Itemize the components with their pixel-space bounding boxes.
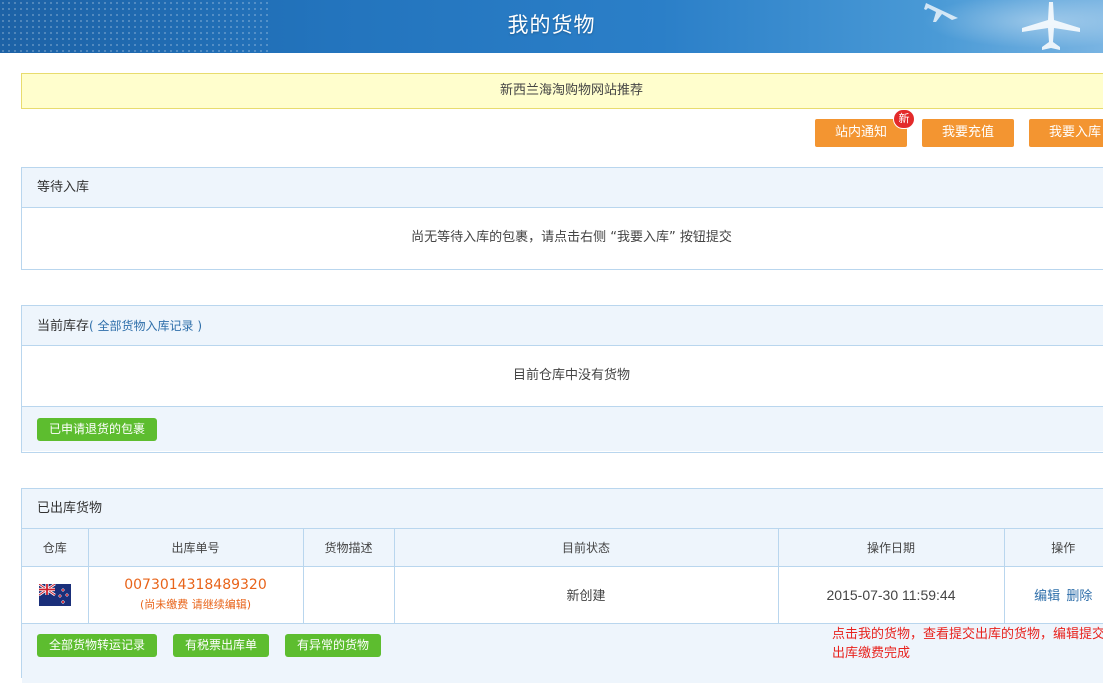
table-header-row: 仓库 出库单号 货物描述 目前状态 操作日期 操作 xyxy=(22,529,1103,567)
new-badge: 新 xyxy=(893,109,915,129)
table-row: 0073014318489320 (尚未缴费 请继续编辑) 新创建 2015-0… xyxy=(22,566,1103,623)
edit-link[interactable]: 编辑 xyxy=(1034,589,1060,604)
col-order-no: 出库单号 xyxy=(88,529,304,567)
returned-packages-button[interactable]: 已申请退货的包裹 xyxy=(37,418,158,441)
site-notice-button[interactable]: 站内通知 新 xyxy=(815,109,915,147)
abnormal-goods-button[interactable]: 有异常的货物 xyxy=(285,634,382,657)
site-notice-label: 站内通知 xyxy=(834,125,887,140)
shipped-table: 仓库 出库单号 货物描述 目前状态 操作日期 操作 00730143184893… xyxy=(22,529,1103,623)
delete-link[interactable]: 删除 xyxy=(1066,589,1092,604)
page-title: 我的货物 xyxy=(507,13,596,37)
inventory-header: 当前库存( 全部货物入库记录 ) xyxy=(22,306,1103,346)
pending-empty-message: 尚无等待入库的包裹，请点击右侧 “我要入库” 按钮提交 xyxy=(411,230,732,245)
taxed-outbound-button[interactable]: 有税票出库单 xyxy=(173,634,270,657)
col-actions: 操作 xyxy=(1004,529,1103,567)
description-cell xyxy=(303,566,395,623)
payment-status-note[interactable]: (尚未缴费 请继续编辑) xyxy=(89,596,303,612)
status-cell: 新创建 xyxy=(394,566,779,623)
warehouse-cell xyxy=(22,566,89,623)
all-transfer-records-button[interactable]: 全部货物转运记录 xyxy=(37,634,158,657)
col-description: 货物描述 xyxy=(303,529,395,567)
page-header: 我的货物 xyxy=(0,0,1103,53)
instruction-annotation: 点击我的货物，查看提交出库的货物，编辑提交出库缴费完成 xyxy=(832,627,1103,661)
inventory-panel: 当前库存( 全部货物入库记录 ) 目前仓库中没有货物 已申请退货的包裹 xyxy=(21,305,1103,453)
shipped-title: 已出库货物 xyxy=(22,489,1103,529)
inventory-footer: 已申请退货的包裹 xyxy=(22,406,1103,451)
pending-inbound-title: 等待入库 xyxy=(22,168,1103,208)
recharge-button[interactable]: 我要充值 xyxy=(922,119,1014,147)
date-cell: 2015-07-30 11:59:44 xyxy=(778,566,1005,623)
col-date: 操作日期 xyxy=(778,529,1005,567)
order-number-link[interactable]: 0073014318489320 xyxy=(89,577,303,593)
nz-flag-icon xyxy=(38,583,71,606)
inbound-button[interactable]: 我要入库 xyxy=(1029,119,1103,147)
order-no-cell: 0073014318489320 (尚未缴费 请继续编辑) xyxy=(88,566,304,623)
col-warehouse: 仓库 xyxy=(22,529,89,567)
actions-cell: 编辑 删除 xyxy=(1004,566,1103,623)
col-status: 目前状态 xyxy=(394,529,779,567)
recommend-sites-notice[interactable]: 新西兰海淘购物网站推荐 xyxy=(21,73,1103,109)
pending-inbound-panel: 等待入库 尚无等待入库的包裹，请点击右侧 “我要入库” 按钮提交 xyxy=(21,167,1103,270)
all-inbound-records-link[interactable]: ( 全部货物入库记录 ) xyxy=(89,319,202,333)
inventory-empty-message: 目前仓库中没有货物 xyxy=(512,368,630,383)
inventory-title: 当前库存 xyxy=(37,319,90,334)
